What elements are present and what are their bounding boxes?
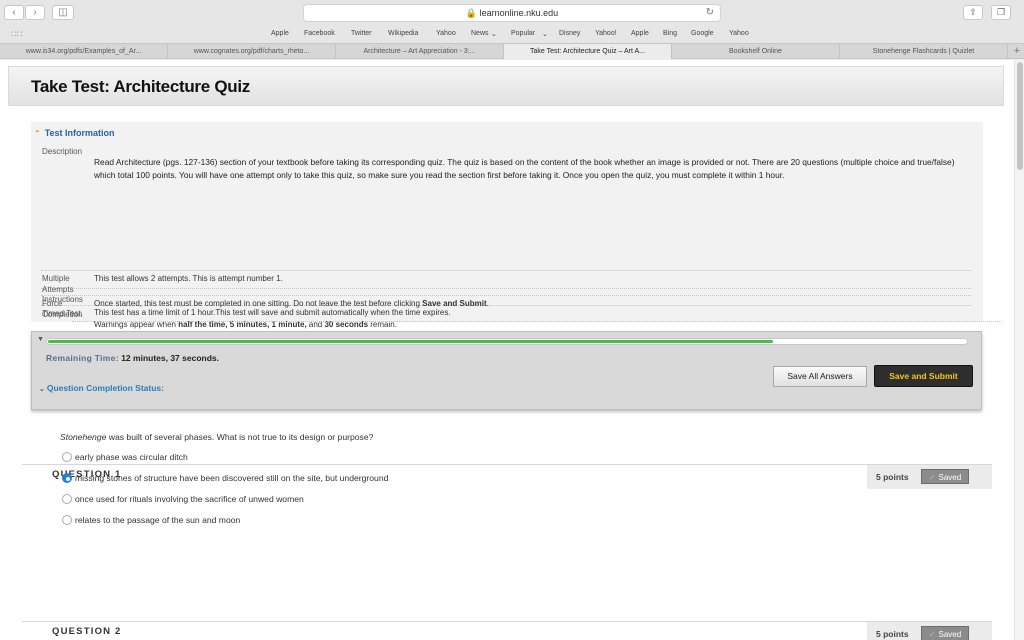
favorite-item[interactable]: Yahoo! — [595, 30, 617, 37]
tab-bookshelf-online[interactable]: Bookshelf Online — [672, 44, 840, 59]
favorite-item[interactable]: Google — [691, 30, 714, 37]
favorite-item[interactable]: Apple — [631, 30, 649, 37]
check-icon: ✓ — [928, 630, 936, 639]
test-information-panel: ⌃ Test Information Description Read Archi… — [31, 122, 983, 329]
favorites-bar: ∷∷ Apple Facebook Twitter Wikipedia Yaho… — [0, 26, 1024, 43]
radio-button[interactable] — [62, 452, 72, 462]
radio-button-selected[interactable] — [62, 473, 72, 483]
lock-icon: 🔒 — [465, 8, 478, 18]
favorite-item[interactable]: Bing — [663, 30, 677, 37]
favorite-item[interactable]: Yahoo — [436, 30, 456, 37]
question-1-option[interactable]: relates to the passage of the sun and mo… — [62, 515, 240, 525]
tabs-overview-button[interactable]: ❐ — [991, 5, 1011, 20]
address-bar[interactable]: 🔒 learnonline.nku.edu ↻ — [303, 4, 721, 22]
page-content: Take Test: Architecture Quiz ⌃ Test Infor… — [0, 60, 1014, 640]
browser-toolbar: ‹ › ◫ 🔒 learnonline.nku.edu ↻ ⇧ ❐ — [0, 0, 1024, 26]
question-divider — [22, 464, 992, 465]
favorite-item[interactable]: Facebook — [304, 30, 335, 37]
question-2-saved-badge: ✓ Saved — [921, 626, 969, 640]
remaining-time: Remaining Time: 12 minutes, 37 seconds. — [46, 353, 219, 363]
divider — [41, 288, 971, 289]
tab-architecture-art-appreciation[interactable]: Architecture – Art Appreciation - 3:... — [336, 44, 504, 59]
check-icon: ✓ — [928, 473, 936, 482]
chevron-down-icon: ⌄ — [542, 31, 548, 38]
force-completion-text: Once started, this test must be complete… — [94, 299, 489, 308]
time-progress-fill — [48, 340, 773, 343]
sidebar-toggle-button[interactable]: ◫ — [52, 5, 74, 20]
tab-stonehenge-flashcards[interactable]: Stonehenge Flashcards | Quizlet — [840, 44, 1008, 59]
grid-icon[interactable]: ∷∷ — [11, 29, 22, 40]
question-1-option[interactable]: once used for rituals involving the sacr… — [62, 494, 304, 504]
question-1-saved-badge: ✓ Saved — [921, 469, 969, 484]
share-button[interactable]: ⇧ — [963, 5, 983, 20]
question-divider — [22, 621, 992, 622]
tab-charts-rheto[interactable]: www.cognates.org/pdf/charts_rheto... — [168, 44, 336, 59]
radio-button[interactable] — [62, 515, 72, 525]
favorite-item[interactable]: Popular — [511, 30, 535, 37]
test-information-toggle[interactable]: ⌃ Test Information — [34, 128, 115, 138]
radio-button[interactable] — [62, 494, 72, 504]
time-progress-bar — [46, 338, 968, 345]
page-title: Take Test: Architecture Quiz — [31, 77, 250, 96]
description-label: Description — [42, 147, 83, 156]
divider — [41, 295, 971, 296]
save-and-submit-button[interactable]: Save and Submit — [874, 365, 973, 387]
question-completion-status-toggle[interactable]: ⌄ Question Completion Status: — [39, 383, 164, 393]
chevron-down-icon: ⌄ — [491, 31, 497, 38]
chevron-up-icon: ⌃ — [34, 129, 41, 138]
forward-button[interactable]: › — [25, 5, 45, 20]
favorite-item[interactable]: Apple — [271, 30, 289, 37]
favorite-item[interactable]: Yahoo — [729, 30, 749, 37]
test-information-heading: Test Information — [44, 128, 115, 138]
question-1-points-box: 5 points ✓ Saved — [867, 465, 992, 489]
divider — [72, 321, 1002, 322]
tab-examples-of-ar[interactable]: www.is34.org/pdfs/Examples_of_Ar... — [0, 44, 168, 59]
question-1-points: 5 points — [876, 472, 909, 482]
description-text: Read Architecture (pgs. 127-136) section… — [94, 157, 955, 181]
chevron-down-icon: ⌄ — [39, 386, 45, 393]
question-2-points: 5 points — [876, 629, 909, 639]
reload-icon[interactable]: ↻ — [706, 5, 714, 21]
question-1-text: Stonehenge was built of several phases. … — [60, 432, 374, 442]
tab-take-test[interactable]: Take Test: Architecture Quiz – Art A... — [504, 44, 672, 59]
question-2-points-box: 5 points ✓ Saved — [867, 622, 992, 640]
save-all-answers-button[interactable]: Save All Answers — [773, 366, 867, 387]
collapse-triangle-icon[interactable]: ▼ — [37, 336, 44, 343]
new-tab-icon[interactable]: + — [1014, 44, 1020, 58]
divider — [41, 270, 971, 271]
back-button[interactable]: ‹ — [4, 5, 24, 20]
multiple-attempts-text: This test allows 2 attempts. This is att… — [94, 274, 283, 283]
multiple-attempts-label: Multiple Attempts — [42, 274, 74, 294]
tab-bar: www.is34.org/pdfs/Examples_of_Ar... www.… — [0, 43, 1024, 59]
force-completion-label: Force Completion — [42, 299, 83, 319]
favorite-item[interactable]: Wikipedia — [388, 30, 418, 37]
vertical-scrollbar[interactable] — [1014, 60, 1024, 640]
question-1-option[interactable]: missing stones of structure have been di… — [62, 473, 388, 483]
address-url: learnonline.nku.edu — [479, 8, 559, 18]
page-title-bar: Take Test: Architecture Quiz — [8, 66, 1004, 106]
question-2-title: QUESTION 2 — [52, 626, 122, 637]
question-1-option[interactable]: early phase was circular ditch — [62, 452, 188, 462]
scrollbar-thumb[interactable] — [1017, 62, 1023, 170]
favorite-item[interactable]: News — [471, 30, 489, 37]
favorite-item[interactable]: Twitter — [351, 30, 372, 37]
favorite-item[interactable]: Disney — [559, 30, 580, 37]
